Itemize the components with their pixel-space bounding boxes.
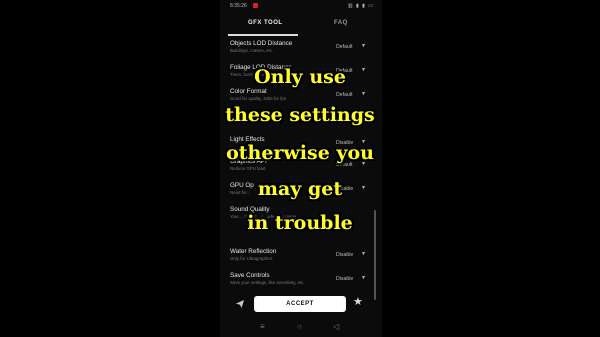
setting-value[interactable]: Default xyxy=(336,44,352,50)
dropdown-caret-icon: ▼ xyxy=(361,91,366,97)
overlay-line-2: these settings xyxy=(225,104,375,126)
setting-objects-lod[interactable]: Objects LOD Distance Buildings, craters,… xyxy=(220,38,382,60)
dropdown-caret-icon: ▼ xyxy=(361,251,366,257)
menu-icon[interactable]: ≡ xyxy=(260,322,265,331)
setting-subtitle: Save your settings, like sensitivity, et… xyxy=(230,280,305,285)
overlay-line-3: otherwise you xyxy=(226,142,374,164)
setting-value[interactable]: Disable xyxy=(336,252,353,258)
record-icon xyxy=(253,3,258,8)
setting-title: Water Reflection xyxy=(230,248,277,255)
setting-save-controls[interactable]: Save Controls Save your settings, like s… xyxy=(220,270,382,292)
setting-title: Color Format xyxy=(230,88,267,95)
setting-title: Save Controls xyxy=(230,272,270,279)
setting-subtitle: Good for quality, 32bit for fps xyxy=(230,96,287,101)
tab-faq[interactable]: FAQ xyxy=(334,20,348,26)
setting-value[interactable]: Disable xyxy=(336,276,353,282)
overlay-line-4: may get xyxy=(257,178,343,200)
dropdown-caret-icon: ▼ xyxy=(361,275,366,281)
setting-value[interactable]: Default xyxy=(336,92,352,98)
active-tab-indicator xyxy=(228,34,298,36)
setting-water-reflection[interactable]: Water Reflection Only for Ultragraphics … xyxy=(220,246,382,268)
back-icon[interactable]: ◁ xyxy=(333,322,339,331)
setting-subtitle: Reduce GPU load xyxy=(230,166,266,171)
setting-subtitle: Only for Ultragraphics xyxy=(230,256,273,261)
tab-gfx-tool[interactable]: GFX TOOL xyxy=(248,20,283,26)
setting-title: Objects LOD Distance xyxy=(230,40,293,47)
phone-screen: 8:35:26 ▥ ▮ ▮ ▭ GFX TOOL FAQ Objects LOD… xyxy=(220,0,382,337)
home-icon[interactable]: ○ xyxy=(297,322,302,331)
setting-subtitle: Buildings, craters, etc. xyxy=(230,48,274,53)
telegram-icon[interactable] xyxy=(236,300,244,308)
overlay-line-1: Only use xyxy=(254,66,346,88)
tab-bar: GFX TOOL FAQ xyxy=(220,14,382,36)
bottom-action-bar: ACCEPT ★ xyxy=(220,292,382,316)
overlay-line-5: in trouble xyxy=(247,212,353,234)
android-nav-bar: ≡ ○ ◁ xyxy=(220,320,382,334)
status-bar: 8:35:26 ▥ ▮ ▮ ▭ xyxy=(220,0,382,12)
star-icon[interactable]: ★ xyxy=(353,297,363,308)
accept-button[interactable]: ACCEPT xyxy=(254,296,346,312)
status-indicators: ▥ ▮ ▮ ▭ xyxy=(347,3,374,9)
dropdown-caret-icon: ▼ xyxy=(361,43,366,49)
status-time: 8:35:26 xyxy=(230,3,247,9)
